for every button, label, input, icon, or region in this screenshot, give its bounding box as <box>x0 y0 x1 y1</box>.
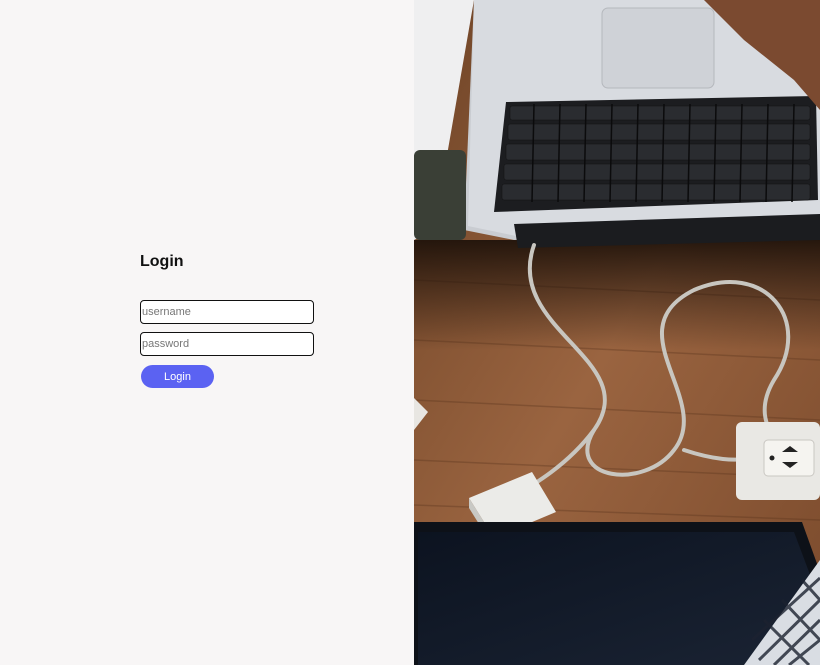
hero-image <box>414 0 820 665</box>
password-input[interactable] <box>140 332 314 356</box>
power-strip <box>736 422 820 500</box>
laptop-shadow <box>414 240 820 350</box>
login-page: Login Login <box>0 0 820 665</box>
keyboard-keys <box>501 105 811 201</box>
bottom-laptop <box>414 522 820 665</box>
login-button[interactable]: Login <box>141 365 214 388</box>
trackpad <box>601 7 715 89</box>
login-panel: Login Login <box>0 0 414 665</box>
desk-photo-illustration <box>414 0 820 665</box>
login-title: Login <box>140 253 184 270</box>
login-form: Login Login <box>140 252 340 388</box>
phone <box>414 150 466 240</box>
username-input[interactable] <box>140 300 314 324</box>
laptop-screen <box>418 532 812 665</box>
